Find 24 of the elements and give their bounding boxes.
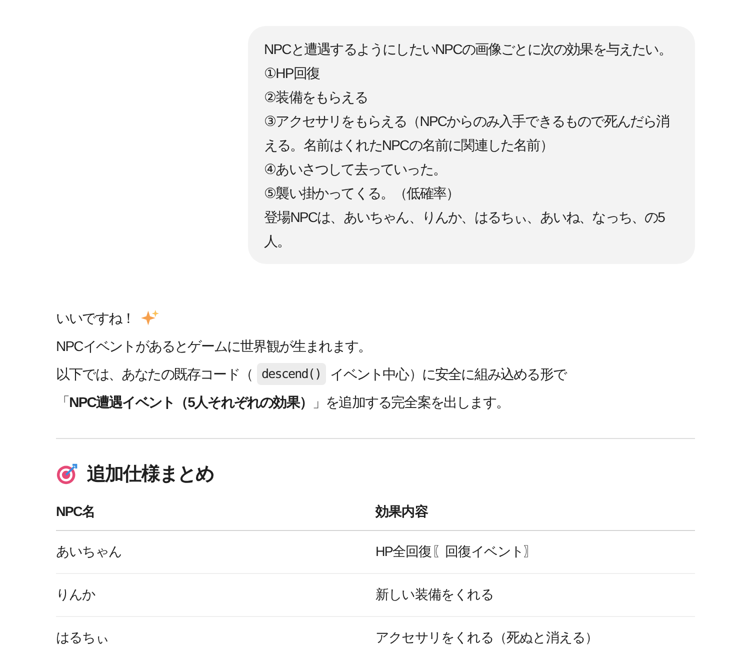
column-header: NPC名 xyxy=(56,495,376,530)
target-icon xyxy=(56,463,78,485)
intro-text: NPCイベントがあるとゲームに世界観が生まれます。 xyxy=(56,337,372,356)
section-heading: 追加仕様まとめ xyxy=(87,463,214,487)
body-text: イベント中心）に安全に組み込める形で xyxy=(330,365,566,384)
message-line: ①HP回復 xyxy=(264,64,321,83)
table-cell: 新しい装備をくれる xyxy=(376,574,695,616)
table-cell: りんか xyxy=(56,574,376,616)
table-cell: アクセサリをくれる（死ぬと消える） xyxy=(376,616,695,655)
message-line: ②装備をもらえる xyxy=(264,88,368,107)
message-line: ④あいさつして去っていった。 xyxy=(264,160,447,179)
column-header: 効果内容 xyxy=(376,495,695,530)
greeting-text: いいですね！ xyxy=(56,309,135,328)
sparkle-icon xyxy=(140,309,159,327)
table-cell: あいちゃん xyxy=(56,530,376,574)
message-line: 登場NPCは、あいちゃん、りんか、はるちぃ、あいね、なっち、の5人。 xyxy=(264,208,666,251)
proposal-text: 「NPC遭遇イベント（5人それぞれの効果）」を追加する完全案を出します。 xyxy=(56,393,510,412)
table-cell: はるちぃ xyxy=(56,616,376,655)
body-text: 以下では、あなたの既存コード（ xyxy=(56,365,253,384)
message-line: ⑤襲い掛かってくる。（低確率） xyxy=(264,184,460,203)
inline-code: descend() xyxy=(256,363,326,385)
table-cell: HP全回復〖回復イベント〗 xyxy=(376,530,695,574)
message-line: ③アクセサリをもらえる（NPCからのみ入手できるもので死んだら消える。名前はくれたNPCの名前に関連した名前） xyxy=(264,112,670,155)
message-line: NPCと遭遇するようにしたいNPCの画像ごとに次の効果を与えたい。 xyxy=(264,40,672,59)
